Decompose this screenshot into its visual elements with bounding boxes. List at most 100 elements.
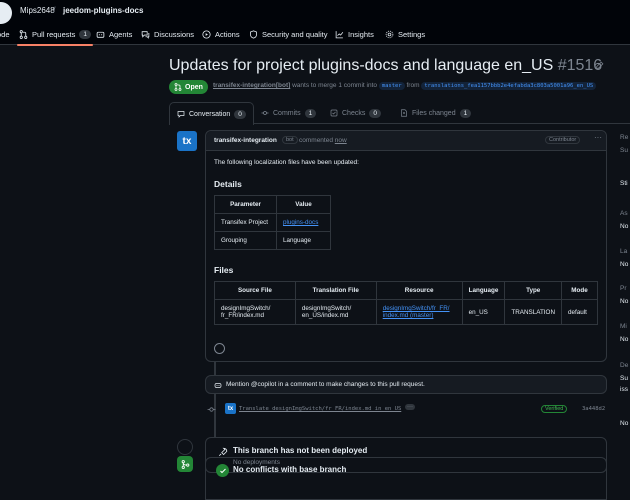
tab-files-changed-count: 1 [459, 108, 472, 118]
kebab-menu-icon[interactable]: ··· [594, 133, 602, 142]
pr-state-label: Open [185, 83, 203, 91]
details-table: Parameter Value Transifex Project plugin… [214, 195, 331, 250]
files-table: Source File Translation File Resource La… [214, 281, 598, 325]
repo-name-link[interactable]: jeedom-plugins-docs [63, 6, 143, 15]
comment-icon [177, 111, 185, 118]
pull-request-open-icon [174, 83, 182, 91]
commit-expand-button[interactable]: ··· [405, 404, 415, 410]
merge-title: No conflicts with base branch [233, 465, 347, 474]
nav-code-label: ode [0, 29, 10, 39]
head-branch[interactable]: translations_fea1157bbb2e4efabda3c803a50… [421, 82, 597, 90]
timeline-commit: tx Translate designImgSwitch/fr_FR/index… [205, 402, 607, 418]
source-file-cell: designImgSwitch/ fr_FR/index.md [214, 299, 296, 325]
pr-meta: transifex-integration[bot] wants to merg… [213, 82, 597, 90]
tab-commits-label: Commits [273, 109, 301, 117]
comment-time-link[interactable]: now [335, 137, 347, 144]
tab-commits[interactable]: Commits 1 [254, 102, 323, 124]
files-header: Source File [214, 281, 296, 300]
sidebar-value: No [620, 261, 629, 268]
merge-box: No conflicts with base branch [205, 457, 607, 500]
verified-badge[interactable]: Verified [541, 405, 568, 413]
comment-author[interactable]: transifex-integration [214, 137, 277, 144]
nav-code[interactable]: ode [0, 27, 10, 41]
pr-title-text: Updates for project plugins-docs and lan… [169, 57, 554, 74]
tab-files-changed[interactable]: Files changed 1 [393, 102, 478, 124]
resource-link[interactable]: designImgSwitch/fr_FR/ [383, 305, 456, 312]
files-header: Type [504, 281, 562, 300]
commit-author-avatar[interactable]: tx [225, 403, 236, 414]
sidebar-label[interactable]: As [620, 210, 628, 217]
deploy-title: This branch has not been deployed [233, 446, 368, 455]
gear-icon [385, 30, 394, 38]
sidebar-label[interactable]: De [620, 362, 628, 369]
sidebar-value: No [620, 420, 629, 427]
pr-state-badge: Open [169, 80, 208, 94]
source-file-line: fr_FR/index.md [221, 312, 265, 319]
commit-icon [261, 111, 269, 115]
plugins-docs-link[interactable]: plugins-docs [276, 213, 331, 232]
checklist-icon [330, 109, 338, 117]
nav-actions-label: Actions [215, 29, 240, 39]
table-row: designImgSwitch/ fr_FR/index.md designIm… [214, 299, 598, 325]
tab-conversation-count: 0 [234, 109, 246, 119]
comment-body: The following localization files have be… [206, 151, 606, 333]
contributor-badge: Contributor [545, 136, 581, 144]
source-file-line: designImgSwitch/ [221, 305, 271, 312]
nav-settings[interactable]: Settings [385, 27, 425, 41]
nav-insights[interactable]: Insights [335, 27, 374, 41]
pr-from-text: from [406, 82, 420, 89]
files-header: Mode [561, 281, 598, 300]
details-cell: Language [276, 231, 331, 250]
nav-security-label: Security and quality [262, 29, 328, 39]
nav-settings-label: Settings [398, 29, 426, 39]
pr-author-link[interactable]: transifex-integration[bot] [213, 82, 290, 89]
nav-agents[interactable]: Agents [96, 27, 132, 41]
type-cell: TRANSLATION [504, 299, 562, 325]
sidebar-value: No [620, 298, 629, 305]
copilot-icon [214, 382, 222, 388]
nav-pull-requests[interactable]: Pull requests 1 [17, 27, 93, 46]
nav-insights-label: Insights [348, 29, 374, 39]
repo-owner-link[interactable]: Mips2648 [20, 6, 55, 15]
sidebar-label[interactable]: Mi [620, 323, 627, 330]
details-header-value: Value [276, 195, 331, 214]
nav-discussions-label: Discussions [154, 29, 195, 39]
nav-security[interactable]: Security and quality [249, 27, 327, 41]
shield-icon [250, 29, 257, 39]
resource-cell: designImgSwitch/fr_FR/ index.md (master) [375, 299, 463, 325]
commit-sha-link[interactable]: 3a448d2 [582, 406, 605, 412]
sidebar-value: Sti [620, 180, 628, 187]
transifex-avatar[interactable]: tx [177, 131, 197, 151]
pr-merge-text: wants to merge 1 commit into [292, 82, 377, 89]
sidebar-label[interactable]: Pr [620, 285, 627, 292]
nav-agents-label: Agents [109, 29, 133, 39]
nav-pull-requests-label: Pull requests [32, 29, 76, 39]
resource-link[interactable]: index.md (master) [383, 312, 456, 319]
commit-message-link[interactable]: Translate designImgSwitch/fr_FR/index.md… [239, 406, 401, 412]
files-heading: Files [214, 265, 234, 275]
nav-actions[interactable]: Actions [202, 27, 240, 41]
details-heading: Details [214, 179, 242, 189]
copilot-mention-banner: Mention @copilot in a comment to make ch… [205, 375, 607, 394]
github-logo-icon[interactable] [0, 2, 12, 24]
base-branch[interactable]: master [378, 82, 405, 90]
tab-conversation-label: Conversation [189, 110, 231, 118]
nav-discussions[interactable]: Discussions [141, 27, 194, 41]
sidebar-value[interactable]: Su [620, 147, 628, 154]
tab-checks-count: 0 [369, 108, 381, 118]
sidebar-label[interactable]: La [620, 248, 627, 255]
files-header: Resource [375, 281, 463, 300]
table-row: Grouping Language [214, 231, 331, 250]
comment-intro: The following localization files have be… [214, 159, 359, 166]
tab-conversation[interactable]: Conversation 0 [169, 102, 254, 125]
tab-checks[interactable]: Checks 0 [323, 102, 388, 124]
pencil-icon[interactable] [595, 61, 604, 70]
nav-pull-requests-count: 1 [79, 29, 91, 39]
copilot-mention-text: Mention @copilot in a comment to make ch… [226, 381, 425, 388]
add-reaction-smiley-icon[interactable] [214, 343, 225, 354]
sidebar-value: Su [620, 375, 628, 382]
tab-commits-count: 1 [304, 108, 317, 118]
comment-timestamp: commented now [299, 137, 347, 144]
translation-file-cell: designImgSwitch/ en_US/index.md [294, 299, 377, 325]
files-header: Translation File [294, 281, 377, 300]
